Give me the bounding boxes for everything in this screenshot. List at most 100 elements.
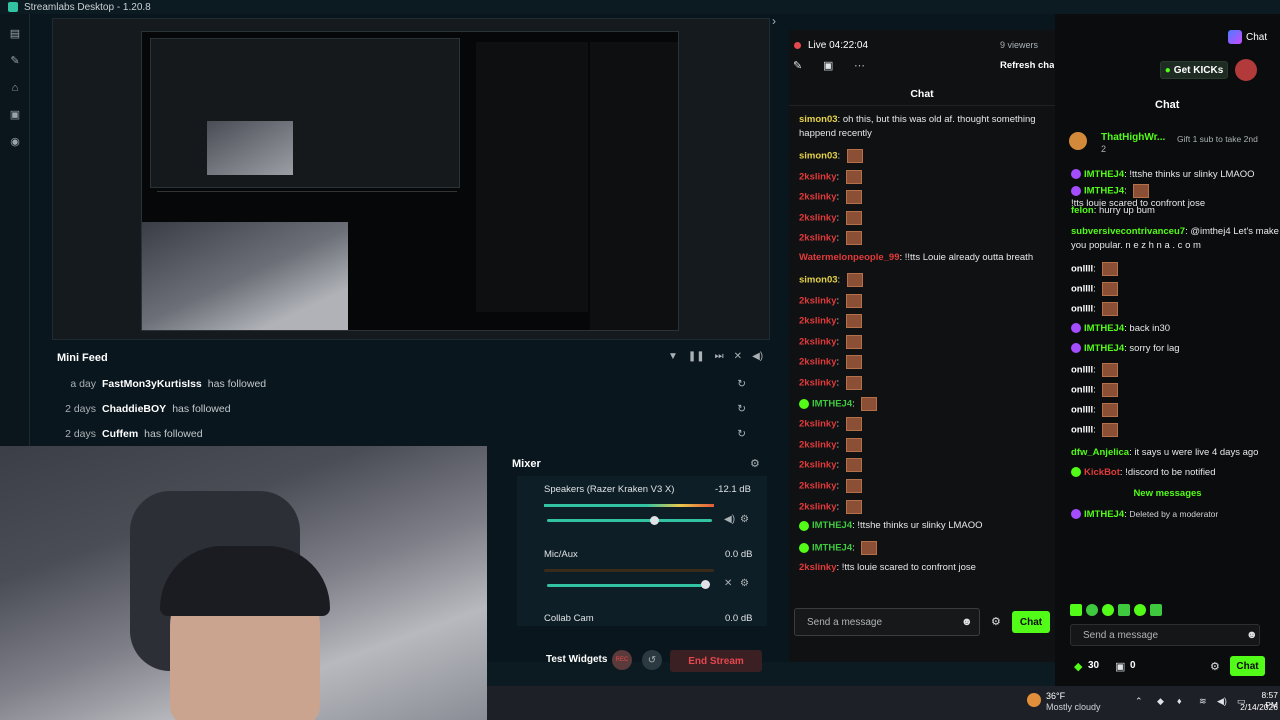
chat-username[interactable]: 2kslinky (799, 501, 837, 512)
browser-chat-label: Chat (1246, 31, 1268, 43)
emote-icon[interactable] (1102, 604, 1114, 616)
chat-username[interactable]: 2kslinky (799, 481, 837, 492)
gifts-count[interactable]: 0 (1130, 660, 1136, 671)
kick-username[interactable]: IMTHEJ4 (1084, 186, 1124, 197)
tray-chevron-icon[interactable]: ⌃ (1135, 696, 1143, 707)
test-widgets-button[interactable]: Test Widgets (546, 654, 607, 665)
rec-button[interactable]: REC (612, 650, 632, 670)
speaker-mute-icon[interactable]: ◀) (724, 514, 735, 525)
kick-username[interactable]: onllll (1071, 385, 1093, 396)
emoji-icon[interactable]: ☻ (961, 616, 973, 628)
mini-feed-title: Mini Feed (57, 352, 108, 364)
mixer-settings-icon[interactable]: ⚙ (750, 457, 760, 470)
emote-icon[interactable] (1150, 604, 1162, 616)
chat-username[interactable]: 2kslinky (799, 295, 837, 306)
chat-username[interactable]: simon03 (799, 275, 838, 286)
speaker-settings-icon[interactable]: ⚙ (740, 514, 749, 525)
chat-username[interactable]: IMTHEJ4 (812, 520, 852, 531)
kick-username[interactable]: IMTHEJ4 (1084, 323, 1124, 334)
kick-settings-icon[interactable]: ⚙ (1210, 660, 1220, 673)
get-kicks-button[interactable]: ● Get KICKs (1160, 61, 1228, 79)
clock-date[interactable]: 2/14/2026 (1236, 702, 1278, 712)
gift-sub-prompt[interactable]: Gift 1 sub to take 2nd (1177, 134, 1267, 144)
kick-chat-input[interactable]: Send a message ☻ (1070, 624, 1260, 646)
chat-username[interactable]: simon03 (799, 151, 838, 162)
chat-username[interactable]: 2kslinky (799, 460, 837, 471)
chat-username[interactable]: 2kslinky (799, 233, 837, 244)
end-stream-button[interactable]: End Stream (670, 650, 762, 672)
volume-icon[interactable]: ◀) (752, 351, 763, 362)
chat-username[interactable]: IMTHEJ4 (812, 398, 852, 409)
chat-username[interactable]: 2kslinky (799, 357, 837, 368)
edit-icon[interactable]: ✎ (793, 59, 802, 72)
chat-username[interactable]: 2kslinky (799, 439, 837, 450)
chat-username[interactable]: Watermelonpeople_99 (799, 252, 899, 263)
record-icon[interactable]: ◉ (0, 128, 30, 155)
speakers-volume-slider[interactable] (547, 519, 712, 522)
editor-preview[interactable] (52, 18, 770, 340)
mic-mute-icon[interactable]: ✕ (724, 578, 732, 589)
chat-username[interactable]: 2kslinky (799, 192, 837, 203)
pause-icon[interactable]: ❚❚ (688, 351, 705, 362)
store-icon[interactable]: ⌂ (0, 74, 30, 101)
chat-username[interactable]: 2kslinky (799, 212, 837, 223)
replay-buffer-icon[interactable]: ↺ (642, 650, 662, 670)
volume-tray-icon[interactable]: ◀) (1217, 696, 1227, 707)
replay-icon[interactable]: ↻ (737, 403, 746, 415)
mic-tray-icon[interactable]: ♦ (1177, 696, 1182, 706)
speakers-volume-knob[interactable] (650, 516, 659, 525)
chat-username[interactable]: 2kslinky (799, 171, 837, 182)
emote-icon[interactable] (1070, 604, 1082, 616)
chat-send-button[interactable]: Chat (1012, 611, 1050, 633)
mic-volume-slider[interactable] (547, 584, 707, 587)
share-icon[interactable]: ⋯ (854, 59, 865, 72)
kick-username[interactable]: onllll (1071, 304, 1093, 315)
emote-icon[interactable] (1118, 604, 1130, 616)
replay-icon[interactable]: ↻ (737, 378, 746, 390)
chat-input[interactable]: Send a message ☻ (794, 608, 980, 636)
emote-icon[interactable] (1134, 604, 1146, 616)
refresh-chat-button[interactable]: Refresh chat (1000, 60, 1054, 71)
kick-send-button[interactable]: Chat (1230, 656, 1265, 676)
chat-username[interactable]: IMTHEJ4 (812, 543, 852, 554)
kick-username[interactable]: IMTHEJ4 (1084, 509, 1124, 520)
chat-username[interactable]: 2kslinky (799, 336, 837, 347)
tray-app-icon[interactable]: ◆ (1157, 696, 1164, 707)
kick-username[interactable]: onllll (1071, 365, 1093, 376)
wifi-icon[interactable]: ≋ (1199, 696, 1207, 707)
profile-avatar[interactable] (1235, 59, 1257, 81)
editor-icon[interactable]: ▤ (0, 20, 30, 47)
popout-icon[interactable]: ▣ (823, 59, 833, 72)
kick-username[interactable]: onllll (1071, 264, 1093, 275)
kick-username[interactable]: IMTHEJ4 (1084, 343, 1124, 354)
mic-settings-icon[interactable]: ⚙ (740, 578, 749, 589)
chat-username[interactable]: 2kslinky (799, 378, 837, 389)
kick-username[interactable]: felon (1071, 205, 1094, 216)
mic-volume-knob[interactable] (701, 580, 710, 589)
chat-username[interactable]: 2kslinky (799, 316, 837, 327)
skip-icon[interactable]: ⏭ (715, 351, 724, 362)
chat-username[interactable]: 2kslinky (799, 419, 837, 430)
chat-username[interactable]: simon03 (799, 114, 838, 125)
filter-icon[interactable]: ▼ (668, 351, 678, 362)
feed-action: has followed (172, 403, 231, 415)
replay-icon[interactable]: ↻ (737, 428, 746, 440)
chat-settings-icon[interactable]: ⚙ (991, 615, 1001, 628)
browser-chat-tab[interactable]: Chat (1228, 30, 1267, 44)
mute-alerts-icon[interactable]: ✕ (734, 351, 742, 362)
chat-username[interactable]: 2kslinky (799, 562, 837, 573)
themes-icon[interactable]: ✎ (0, 47, 30, 74)
kick-username[interactable]: dfw_Anjelica (1071, 447, 1129, 458)
kick-username[interactable]: IMTHEJ4 (1084, 169, 1124, 180)
kick-username[interactable]: onllll (1071, 425, 1093, 436)
studio-icon[interactable]: ▣ (0, 101, 30, 128)
kick-chat-message: IMTHEJ4: !ttshe thinks ur slinky LMAOO (1071, 169, 1255, 180)
kick-username[interactable]: onllll (1071, 405, 1093, 416)
collapse-chat-icon[interactable]: › (772, 14, 776, 28)
points-count[interactable]: 30 (1088, 660, 1099, 671)
kick-username[interactable]: subversivecontrivanceu7 (1071, 226, 1185, 237)
emote-icon[interactable] (1086, 604, 1098, 616)
kick-username[interactable]: KickBot (1084, 467, 1120, 478)
kick-username[interactable]: onllll (1071, 284, 1093, 295)
kick-emoji-icon[interactable]: ☻ (1246, 629, 1258, 641)
